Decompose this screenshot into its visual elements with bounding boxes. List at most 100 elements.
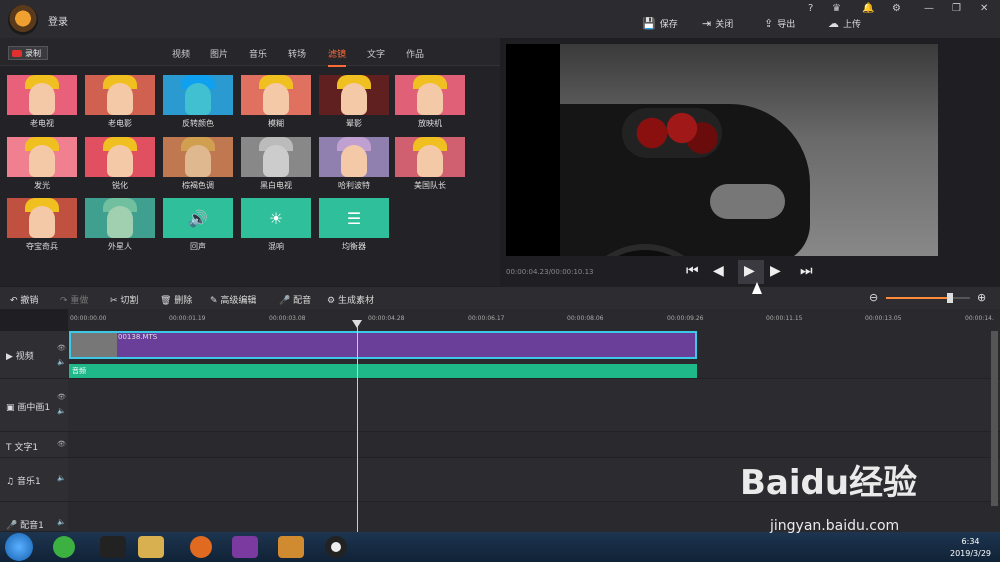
ruler-tick: 00:00:01.19 (169, 315, 206, 322)
close-button[interactable]: ⇥ 关闭 (702, 17, 733, 30)
filter-thumb[interactable] (241, 75, 311, 115)
exit-icon: ⇥ (702, 17, 712, 30)
equalizer-thumb[interactable]: ☰ (319, 198, 389, 238)
minimize-icon[interactable]: — (924, 3, 934, 14)
eye-icon[interactable]: 👁 (57, 393, 66, 401)
eye-icon[interactable]: 👁 (57, 440, 66, 448)
track-video[interactable]: ▶ 视频 👁 🔈 (0, 331, 68, 379)
close-icon[interactable]: ✕ (980, 3, 988, 14)
play-icon[interactable]: ▶ (744, 263, 755, 279)
tab-transition[interactable]: 转场 (288, 47, 306, 60)
firefox-icon[interactable] (190, 536, 212, 558)
record-button[interactable]: 录制 (8, 46, 48, 60)
ruler-tick: 00:00:00.00 (70, 315, 107, 322)
speaker-icon[interactable]: 🔈 (57, 474, 66, 482)
maximize-icon[interactable]: ❐ (952, 3, 961, 14)
title-bar: 登录 ? ♛ 🔔 ⚙ — ❐ ✕ 💾 保存 ⇥ 关闭 ⇪ 导出 ☁ 上传 (0, 0, 1000, 38)
watermark-url: jingyan.baidu.com (770, 518, 900, 534)
login-link[interactable]: 登录 (48, 13, 68, 28)
eye-icon[interactable]: 👁 (57, 344, 66, 352)
ruler-tick: 00:00:04.28 (368, 315, 405, 322)
filter-label: 锐化 (112, 181, 128, 190)
filter-thumb[interactable] (319, 137, 389, 177)
media-player-icon[interactable] (232, 536, 258, 558)
track-row (68, 379, 1000, 432)
start-button[interactable] (5, 533, 33, 561)
filter-thumb[interactable] (7, 198, 77, 238)
help-icon[interactable]: ? (808, 3, 813, 14)
video-clip[interactable] (69, 331, 697, 359)
delete-button[interactable]: 🗑 删除 (160, 293, 192, 306)
speaker-icon[interactable]: 🔈 (57, 358, 66, 366)
filter-label: 回声 (190, 242, 206, 251)
filter-thumb[interactable] (163, 75, 233, 115)
zoom-knob[interactable] (947, 293, 953, 303)
timecode: 00:00:04.23/00:00:10.13 (506, 268, 594, 276)
tab-music[interactable]: 音乐 (249, 47, 267, 60)
track-dub[interactable]: 🎤 配音1 🔈 (0, 502, 68, 532)
skip-end-icon[interactable]: ⏭ (800, 263, 813, 279)
skip-start-icon[interactable]: ⏮ (686, 263, 699, 279)
tab-filter[interactable]: 滤镜 (328, 47, 347, 67)
qq-icon[interactable] (100, 536, 126, 558)
reverb-thumb[interactable]: ☀ (241, 198, 311, 238)
zoom-out-icon[interactable]: ⊖ (869, 291, 878, 304)
video-editor-icon[interactable] (278, 536, 304, 558)
cut-button[interactable]: ✂ 切割 (110, 293, 138, 306)
playhead-handle[interactable] (352, 320, 362, 328)
redo-button[interactable]: ↷ 重做 (60, 293, 88, 306)
filter-label: 老电影 (108, 119, 132, 128)
browser-360-icon[interactable] (53, 536, 75, 558)
tab-text[interactable]: 文字 (367, 47, 385, 60)
dubbing-button[interactable]: 🎤 配音 (279, 293, 311, 306)
ruler-tick: 00:00:08.06 (567, 315, 604, 322)
filter-thumb[interactable] (395, 75, 465, 115)
filter-label: 晕影 (346, 119, 362, 128)
screen-recorder-icon[interactable] (325, 536, 347, 558)
timeline-ruler[interactable]: 00:00:00.00 00:00:01.19 00:00:03.08 00:0… (68, 309, 1000, 331)
taskbar-clock[interactable]: 6:34 2019/3/29 (950, 536, 991, 560)
filter-label: 反转颜色 (182, 119, 214, 128)
filter-thumb[interactable] (85, 198, 155, 238)
track-music[interactable]: ♫ 音乐1 🔈 (0, 458, 68, 502)
vertical-scrollbar[interactable] (991, 331, 998, 506)
step-back-icon[interactable]: ◀ (713, 263, 724, 279)
media-tabs: 录制 视频 图片 音乐 转场 滤镜 文字 作品 (0, 38, 500, 67)
filter-thumb[interactable] (85, 75, 155, 115)
record-icon (12, 49, 22, 57)
generate-clip-button[interactable]: ⚙ 生成素材 (327, 293, 374, 306)
filter-thumb[interactable] (395, 137, 465, 177)
file-explorer-icon[interactable] (138, 536, 164, 558)
step-forward-icon[interactable]: ▶ (770, 263, 781, 279)
track-pip[interactable]: ▣ 画中画1 👁 🔈 (0, 379, 68, 432)
upload-button[interactable]: ☁ 上传 (828, 17, 861, 30)
export-button[interactable]: ⇪ 导出 (764, 17, 795, 30)
speaker-icon[interactable]: 🔈 (57, 518, 66, 526)
playhead[interactable] (357, 320, 358, 532)
save-button[interactable]: 💾 保存 (642, 17, 678, 30)
bell-icon[interactable]: 🔔 (862, 3, 874, 14)
gear-icon[interactable]: ⚙ (892, 3, 901, 14)
echo-thumb[interactable]: 🔊 (163, 198, 233, 238)
ruler-tick: 00:00:11.15 (766, 315, 803, 322)
audio-clip[interactable]: 音频 (69, 364, 697, 378)
tab-image[interactable]: 图片 (210, 47, 228, 60)
filter-label: 老电视 (30, 119, 54, 128)
ruler-tick: 00:00:09.26 (667, 315, 704, 322)
filter-thumb[interactable] (85, 137, 155, 177)
ruler-tick: 00:00:06.17 (468, 315, 505, 322)
filter-thumb[interactable] (7, 137, 77, 177)
vip-icon[interactable]: ♛ (832, 3, 841, 14)
advanced-edit-button[interactable]: ✎ 高级编辑 (210, 293, 256, 306)
tab-video[interactable]: 视频 (172, 47, 190, 60)
filter-thumb[interactable] (241, 137, 311, 177)
filter-thumb[interactable] (319, 75, 389, 115)
undo-button[interactable]: ↶ 撤销 (10, 293, 38, 306)
speaker-icon[interactable]: 🔈 (57, 407, 66, 415)
car-image (560, 104, 810, 256)
track-text[interactable]: T 文字1 👁 (0, 432, 68, 458)
filter-thumb[interactable] (7, 75, 77, 115)
filter-thumb[interactable] (163, 137, 233, 177)
zoom-in-icon[interactable]: ⊕ (977, 291, 986, 304)
tab-works[interactable]: 作品 (406, 47, 424, 60)
